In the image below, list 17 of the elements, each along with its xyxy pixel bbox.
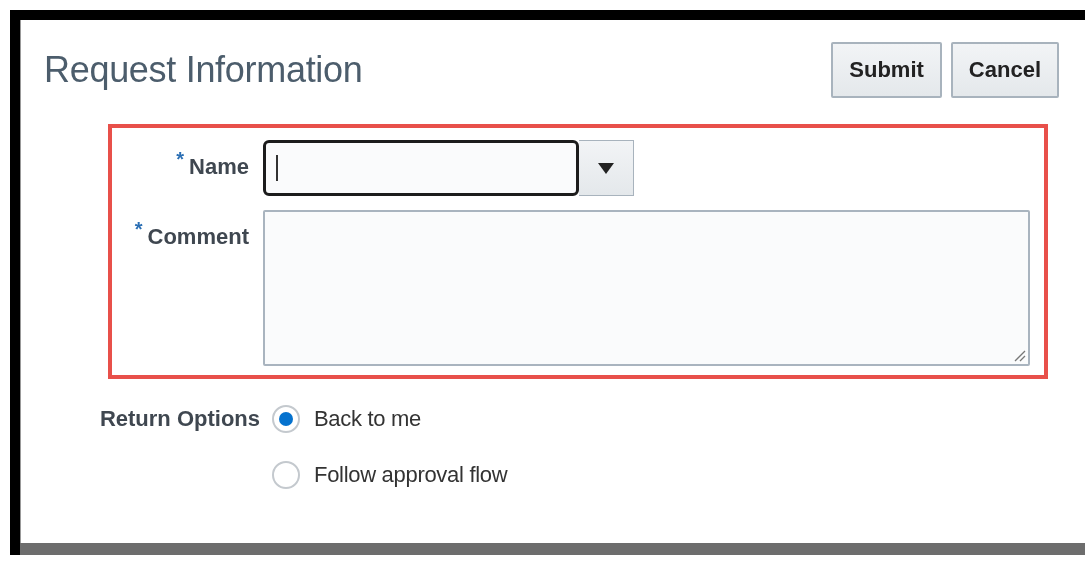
field-label: Name (189, 154, 249, 180)
dropdown-arrow-icon (598, 162, 614, 174)
return-options-label: Return Options (98, 405, 260, 433)
dropdown-button[interactable] (579, 140, 634, 196)
comment-field[interactable] (263, 210, 1030, 366)
radio-label: Back to me (314, 406, 422, 432)
radio-button[interactable] (272, 461, 300, 489)
required-mark: * (134, 218, 143, 241)
required-mark: * (176, 148, 185, 171)
radio-button[interactable] (272, 405, 300, 433)
name-field[interactable] (263, 140, 579, 196)
dialog-button[interactable]: Submit (831, 42, 942, 98)
dialog-title: Request Information (44, 49, 363, 91)
dialog-button[interactable]: Cancel (950, 42, 1059, 98)
field-label: Comment (147, 224, 249, 250)
resize-grip-icon[interactable] (1012, 348, 1026, 362)
radio-label: Follow approval flow (314, 462, 508, 488)
